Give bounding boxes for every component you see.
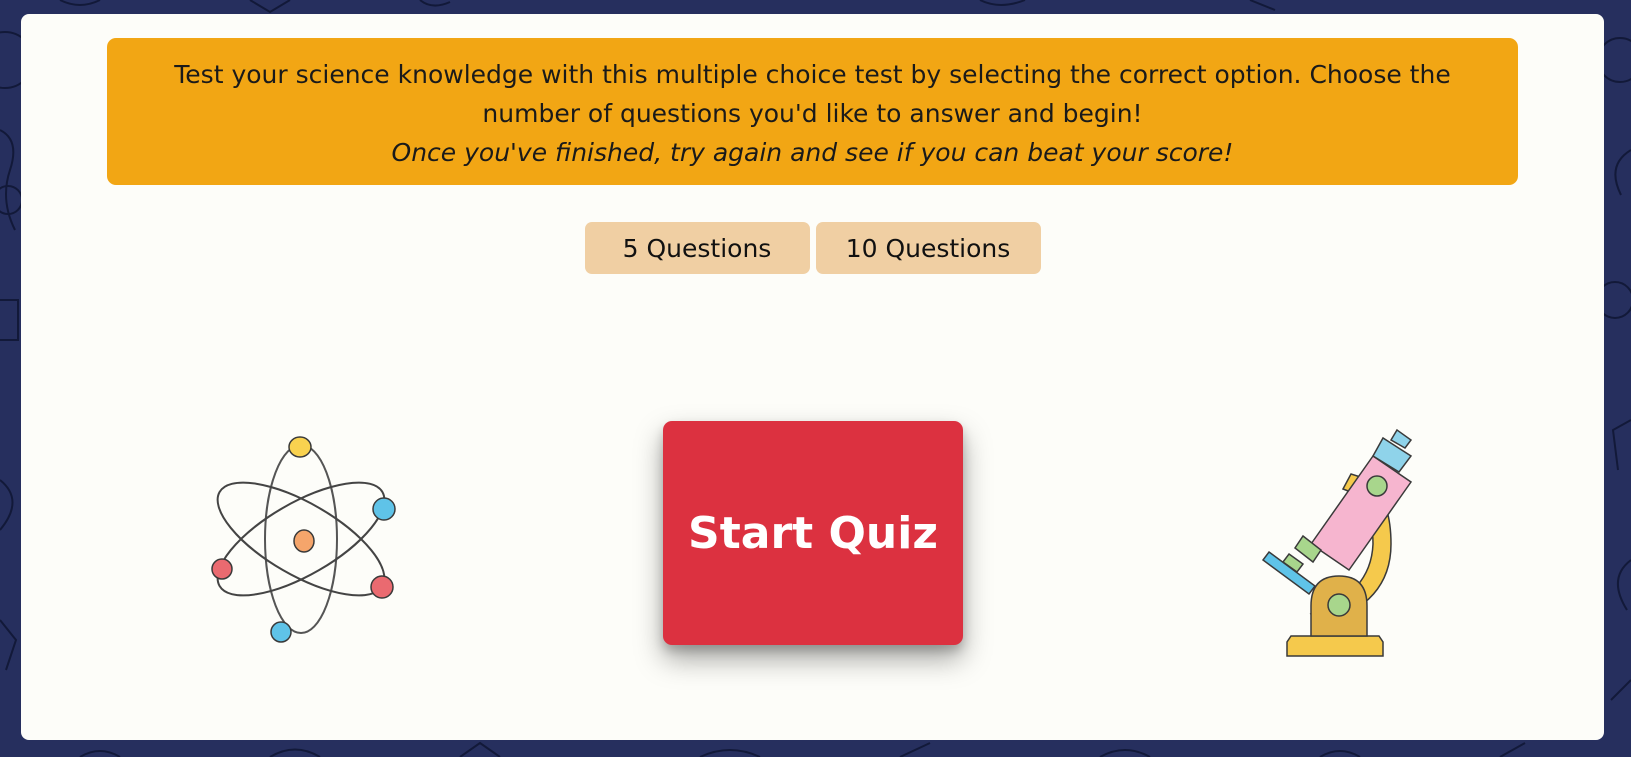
start-quiz-button[interactable]: Start Quiz	[663, 421, 963, 645]
intro-text: Test your science knowledge with this mu…	[174, 60, 1451, 128]
question-count-options: 5 Questions 10 Questions	[21, 222, 1604, 274]
intro-banner: Test your science knowledge with this mu…	[107, 38, 1518, 185]
quiz-card: Test your science knowledge with this mu…	[21, 14, 1604, 740]
ten-questions-button[interactable]: 10 Questions	[815, 222, 1041, 274]
atom-icon	[211, 436, 396, 643]
five-questions-button[interactable]: 5 Questions	[584, 222, 810, 274]
intro-encouragement: Once you've finished, try again and see …	[391, 138, 1234, 167]
microscope-icon	[1261, 428, 1413, 657]
